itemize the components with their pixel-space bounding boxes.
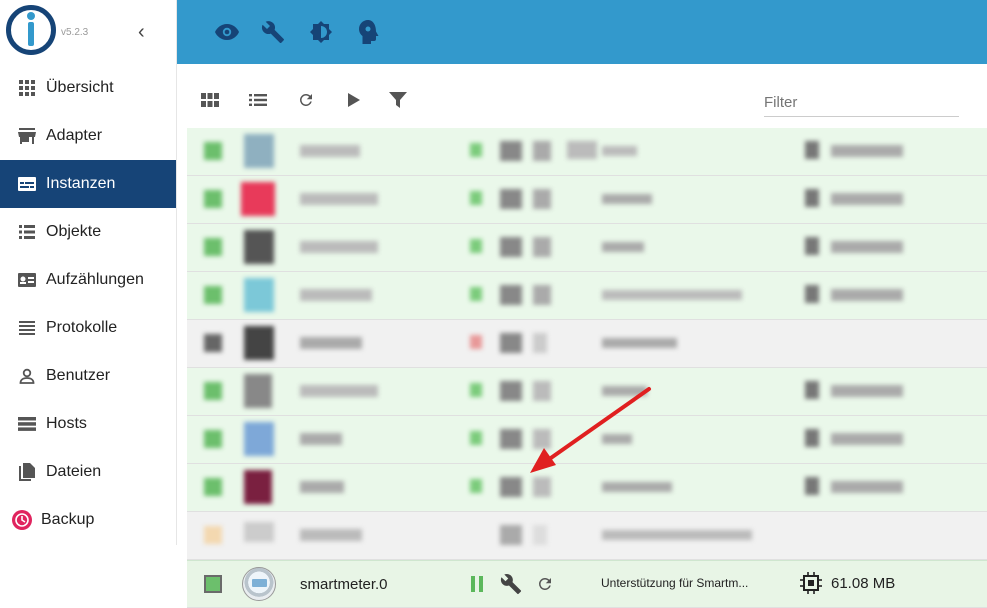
sidebar-item-label: Dateien [46,463,102,480]
restart-icon[interactable] [533,572,557,596]
card-icon [17,270,37,290]
table-row[interactable] [187,464,987,512]
instance-name: smartmeter.0 [300,576,388,593]
play-icon[interactable] [342,88,366,112]
instances-icon [17,174,37,194]
sidebar-item-backup[interactable]: Backup [0,496,176,544]
grid-icon [17,78,37,98]
files-icon [17,462,37,482]
wrench-icon[interactable] [259,18,287,46]
eye-icon[interactable] [213,18,241,46]
sidebar-item-aufzaehlungen[interactable]: Aufzählungen [0,256,176,304]
sidebar-item-label: Aufzählungen [46,271,144,288]
table-row[interactable] [187,128,987,176]
user-icon [17,366,37,386]
iobroker-logo [6,5,56,55]
sidebar-item-uebersicht[interactable]: Übersicht [0,64,176,112]
top-bar [177,0,987,64]
table-row[interactable] [187,416,987,464]
collapse-sidebar-icon[interactable]: ‹ [138,20,154,44]
view-module-icon[interactable] [198,88,222,112]
settings-wrench-icon[interactable] [499,572,523,596]
sidebar: v5.2.3 ‹ Übersicht Adapter Instanzen Obj… [0,0,177,545]
instances-toolbar [187,80,987,122]
refresh-icon[interactable] [294,88,318,112]
sidebar-item-label: Backup [41,511,95,528]
sidebar-item-label: Adapter [46,127,103,144]
sidebar-item-dateien[interactable]: Dateien [0,448,176,496]
instance-enabled-checkbox[interactable] [204,575,222,593]
smartmeter-adapter-icon [242,567,276,601]
sidebar-item-objekte[interactable]: Objekte [0,208,176,256]
sidebar-item-label: Protokolle [46,319,118,336]
sidebar-item-hosts[interactable]: Hosts [0,400,176,448]
sidebar-item-label: Hosts [46,415,87,432]
sidebar-item-benutzer[interactable]: Benutzer [0,352,176,400]
brightness-icon[interactable] [307,18,335,46]
table-row-smartmeter[interactable]: smartmeter.0 Unterstützung für Smartm...… [187,560,987,608]
backup-icon [12,510,32,530]
sidebar-item-label: Übersicht [46,79,114,96]
filter-input[interactable] [764,89,959,117]
lines-icon [17,318,37,338]
storage-icon [17,414,37,434]
head-icon[interactable] [355,18,383,46]
table-row[interactable] [187,512,987,560]
table-row[interactable] [187,176,987,224]
table-row[interactable] [187,224,987,272]
table-row[interactable] [187,368,987,416]
sidebar-item-protokolle[interactable]: Protokolle [0,304,176,352]
sidebar-item-instanzen[interactable]: Instanzen [0,160,176,208]
view-list-icon[interactable] [246,88,270,112]
instance-title: Unterstützung für Smartm... [601,576,749,590]
pause-icon[interactable] [465,572,489,596]
sidebar-item-label: Instanzen [46,175,116,192]
table-row[interactable] [187,320,987,368]
sidebar-item-label: Benutzer [46,367,111,384]
logo-row: v5.2.3 ‹ [0,0,176,64]
filter-icon[interactable] [386,88,410,112]
list-icon [17,222,37,242]
table-row[interactable] [187,272,987,320]
memory-usage: 61.08 MB [831,575,896,592]
sidebar-item-label: Objekte [46,223,102,240]
memory-chip-icon [800,572,824,596]
store-icon [17,126,37,146]
version-label: v5.2.3 [61,27,89,38]
instances-table: smartmeter.0 Unterstützung für Smartm...… [187,128,987,608]
sidebar-item-adapter[interactable]: Adapter [0,112,176,160]
